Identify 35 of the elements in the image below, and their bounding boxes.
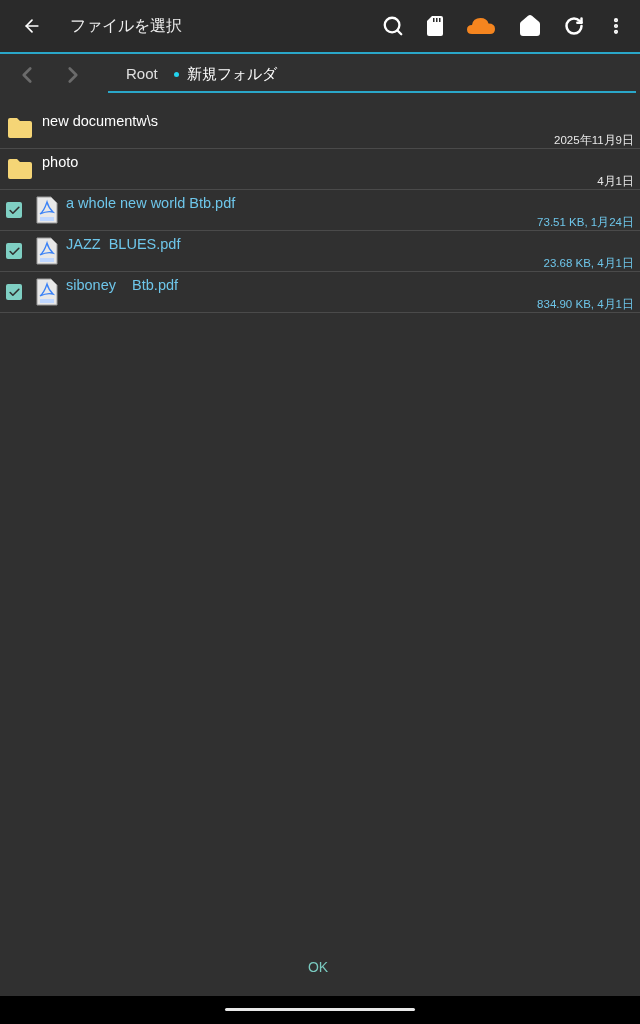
folder-icon: [6, 116, 34, 140]
window-title: ファイルを選択: [70, 16, 182, 36]
file-name: a whole new world Btb.pdf: [66, 194, 237, 213]
pdf-file-icon: [36, 196, 58, 224]
home-icon[interactable]: [518, 14, 542, 38]
search-icon[interactable]: [382, 15, 404, 37]
folder-icon: [6, 157, 34, 181]
cloud-icon[interactable]: [466, 17, 496, 35]
file-row[interactable]: JAZZ BLUES.pdf 23.68 KB, 4月1日: [0, 231, 640, 272]
checkbox[interactable]: [6, 202, 22, 218]
file-name: JAZZ BLUES.pdf: [66, 235, 182, 254]
file-details: 2025年11月9日: [554, 133, 634, 147]
breadcrumb-item[interactable]: 新規フォルダ: [186, 62, 277, 86]
checkbox[interactable]: [6, 243, 22, 259]
refresh-icon[interactable]: [564, 16, 584, 36]
file-details: 23.68 KB, 4月1日: [543, 256, 634, 270]
file-details: 4月1日: [597, 174, 634, 188]
sd-card-icon[interactable]: [426, 15, 444, 37]
check-icon: [7, 244, 21, 258]
file-name: photo: [42, 153, 80, 172]
file-row[interactable]: photo 4月1日: [0, 149, 640, 190]
ok-button[interactable]: OK: [299, 950, 337, 984]
check-icon: [7, 203, 21, 217]
file-details: 834.90 KB, 4月1日: [537, 297, 634, 311]
check-icon: [7, 285, 21, 299]
file-name: new documentw\s: [42, 112, 160, 131]
breadcrumb-item[interactable]: Root: [126, 62, 158, 86]
checkbox[interactable]: [6, 284, 22, 300]
pdf-file-icon: [36, 278, 58, 306]
file-name: siboney Btb.pdf: [66, 276, 180, 295]
file-row[interactable]: a whole new world Btb.pdf 73.51 KB, 1月24日: [0, 190, 640, 231]
pdf-file-icon: [36, 237, 58, 265]
file-details: 73.51 KB, 1月24日: [537, 215, 634, 229]
file-row[interactable]: siboney Btb.pdf 834.90 KB, 4月1日: [0, 272, 640, 313]
file-row[interactable]: new documentw\s 2025年11月9日: [0, 108, 640, 149]
